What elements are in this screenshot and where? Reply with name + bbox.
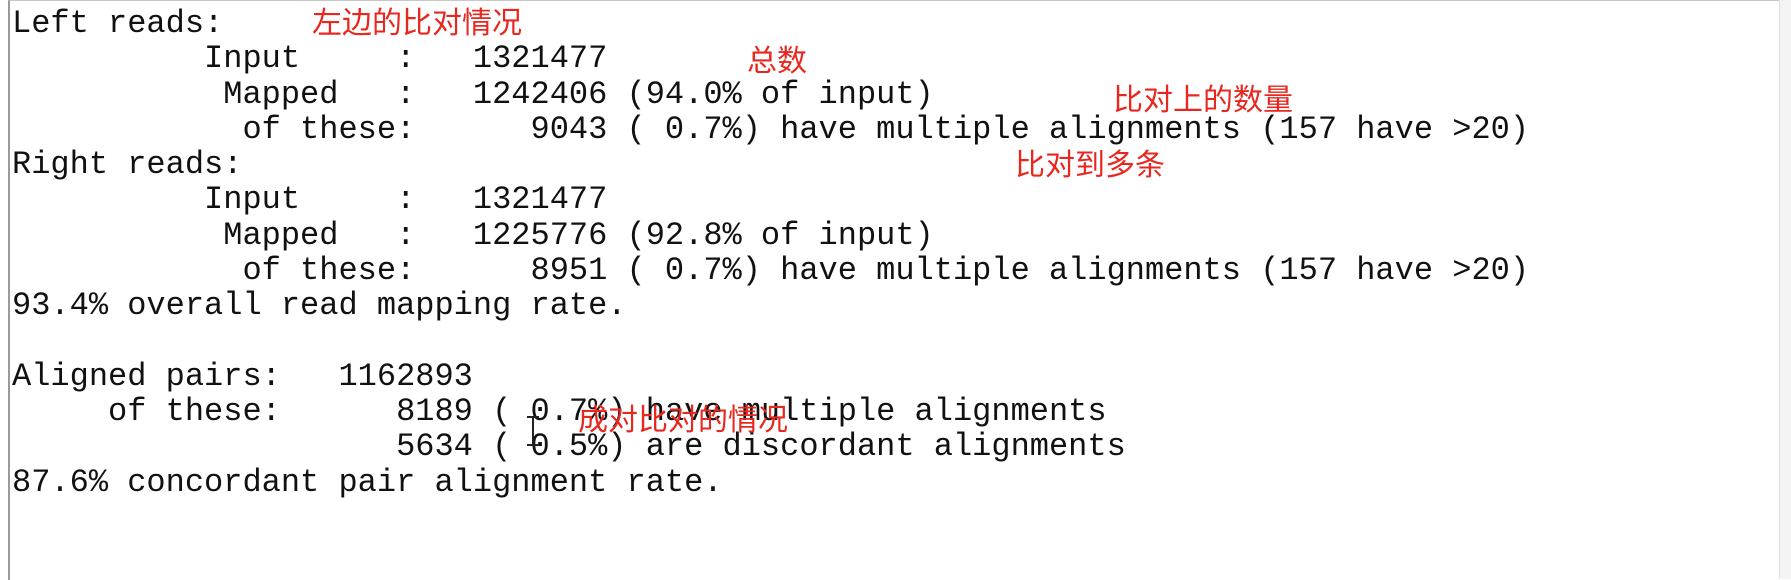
- line-right-reads-header: Right reads:: [12, 146, 243, 183]
- annotation-multi-mapped: 比对到多条: [1015, 148, 1165, 183]
- line-overall-mapping-rate: 93.4% overall read mapping rate.: [12, 287, 627, 324]
- line-left-reads-header: Left reads:: [12, 5, 224, 42]
- line-concordant-rate: 87.6% concordant pair alignment rate.: [12, 464, 723, 501]
- line-right-input: Input : 1321477: [12, 181, 608, 218]
- line-left-input: Input : 1321477: [12, 40, 608, 77]
- text-cursor-icon: [527, 416, 539, 446]
- annotation-total: 总数: [747, 44, 807, 79]
- line-right-multiple: of these: 8951 ( 0.7%) have multiple ali…: [12, 252, 1530, 289]
- annotation-left-reads: 左边的比对情况: [312, 6, 522, 41]
- line-pairs-multiple: of these: 8189 ( 0.7%) have multiple ali…: [12, 393, 1107, 430]
- annotation-mapped-count: 比对上的数量: [1113, 83, 1293, 118]
- window-edge: [1779, 0, 1791, 579]
- line-left-mapped: Mapped : 1242406 (94.0% of input): [12, 76, 934, 113]
- line-aligned-pairs: Aligned pairs: 1162893: [12, 358, 473, 395]
- line-left-multiple: of these: 9043 ( 0.7%) have multiple ali…: [12, 111, 1530, 148]
- line-pairs-discordant: 5634 ( 0.5%) are discordant alignments: [12, 428, 1126, 465]
- annotation-pair-alignment: 成对比对的情况: [578, 403, 788, 438]
- line-right-mapped: Mapped : 1225776 (92.8% of input): [12, 217, 934, 254]
